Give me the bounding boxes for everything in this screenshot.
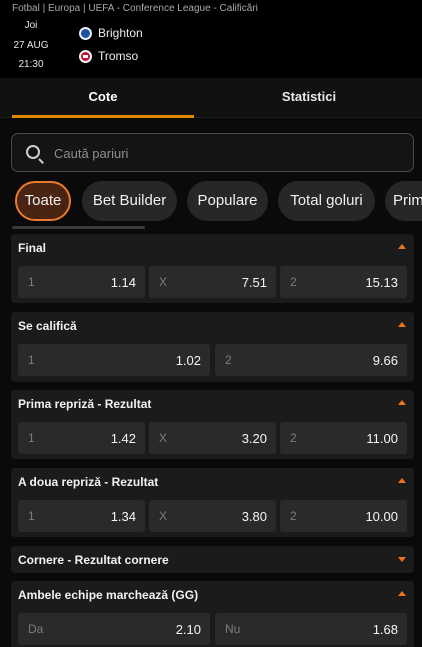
- odd-label: 1: [28, 509, 35, 523]
- match-time: 21:30: [18, 59, 44, 70]
- tab-bar: Cote Statistici: [0, 78, 422, 118]
- market-title[interactable]: Prima repriză - Rezultat: [18, 397, 151, 411]
- odd-button[interactable]: 2 9.66: [215, 344, 407, 376]
- odd-button[interactable]: Da 2.10: [18, 613, 210, 645]
- odd-button[interactable]: 2 11.00: [280, 422, 407, 454]
- tromso-crest-icon: [79, 49, 92, 63]
- odd-value: 10.00: [365, 509, 398, 524]
- chip-prima-repriza[interactable]: Prima repriză: [385, 181, 422, 221]
- odd-label: 1: [28, 353, 35, 367]
- search-input[interactable]: [54, 142, 394, 164]
- brighton-crest-icon: [79, 26, 92, 40]
- market-card-gg: Ambele echipe marchează (GG) Da 2.10 Nu …: [11, 581, 414, 647]
- chip-bet-builder[interactable]: Bet Builder: [82, 181, 177, 221]
- odd-value: 1.34: [110, 509, 136, 524]
- odd-value: 3.80: [241, 509, 267, 524]
- away-team[interactable]: Tromso: [79, 49, 138, 63]
- market-card-final: Final 1 1.14 X 7.51 2 15.13: [11, 234, 414, 303]
- chips-scroll-indicator: [12, 226, 145, 229]
- odd-value: 11.00: [366, 431, 398, 446]
- odd-label: 2: [290, 431, 297, 445]
- collapse-caret-icon[interactable]: [398, 322, 406, 327]
- tab-statistici[interactable]: Statistici: [204, 78, 414, 118]
- chip-total-goluri[interactable]: Total goluri: [278, 181, 375, 221]
- odd-label: X: [159, 275, 168, 289]
- breadcrumb[interactable]: Fotbal | Europa | UEFA - Conference Leag…: [12, 3, 258, 14]
- odd-value: 7.51: [241, 275, 267, 290]
- market-card-cornere[interactable]: Cornere - Rezultat cornere: [11, 546, 414, 573]
- market-card-prima-repriza: Prima repriză - Rezultat 1 1.42 X 3.20 2…: [11, 390, 414, 459]
- odd-button[interactable]: 1 1.02: [18, 344, 210, 376]
- odd-label: 1: [28, 275, 35, 289]
- odd-button[interactable]: X 3.20: [149, 422, 276, 454]
- odd-button[interactable]: 2 10.00: [280, 500, 407, 532]
- search-icon: [26, 145, 40, 159]
- chip-populare[interactable]: Populare: [187, 181, 268, 221]
- odd-button[interactable]: X 3.80: [149, 500, 276, 532]
- odd-label: 2: [290, 275, 297, 289]
- market-title[interactable]: Cornere - Rezultat cornere: [18, 553, 169, 567]
- expand-caret-icon[interactable]: [398, 557, 406, 562]
- tab-cote[interactable]: Cote: [12, 78, 194, 118]
- odd-button[interactable]: 1 1.34: [18, 500, 145, 532]
- market-title[interactable]: Se califică: [18, 319, 77, 333]
- search-box[interactable]: [11, 133, 414, 172]
- away-team-name: Tromso: [98, 49, 139, 63]
- market-title[interactable]: A doua repriză - Rezultat: [18, 475, 158, 489]
- odd-button[interactable]: 1 1.42: [18, 422, 145, 454]
- odd-label: Da: [28, 622, 44, 636]
- odd-button[interactable]: 1 1.14: [18, 266, 145, 298]
- filter-chips: Toate Bet Builder Populare Total goluri …: [0, 181, 422, 223]
- match-date: 27 AUG: [13, 40, 49, 51]
- odd-label: 2: [225, 353, 232, 367]
- active-tab-indicator: [12, 115, 194, 118]
- chip-toate[interactable]: Toate: [15, 181, 71, 221]
- odd-button[interactable]: X 7.51: [149, 266, 276, 298]
- market-card-se-califica: Se califică 1 1.02 2 9.66: [11, 312, 414, 382]
- collapse-caret-icon[interactable]: [398, 591, 406, 596]
- odd-label: Nu: [225, 622, 241, 636]
- odd-button[interactable]: Nu 1.68: [215, 613, 407, 645]
- odd-value: 15.13: [365, 275, 398, 290]
- market-card-a-doua-repriza: A doua repriză - Rezultat 1 1.34 X 3.80 …: [11, 468, 414, 537]
- market-title[interactable]: Ambele echipe marchează (GG): [18, 588, 198, 602]
- collapse-caret-icon[interactable]: [398, 400, 406, 405]
- odd-value: 9.66: [372, 353, 398, 368]
- odd-value: 2.10: [175, 622, 201, 637]
- home-team-name: Brighton: [98, 26, 143, 40]
- match-day: Joi: [24, 20, 38, 31]
- match-header: Fotbal | Europa | UEFA - Conference Leag…: [0, 0, 422, 78]
- home-team[interactable]: Brighton: [79, 26, 143, 40]
- odd-label: X: [159, 509, 168, 523]
- odd-value: 1.02: [175, 353, 201, 368]
- collapse-caret-icon[interactable]: [398, 244, 406, 249]
- odd-label: 1: [28, 431, 35, 445]
- odd-label: X: [159, 431, 168, 445]
- market-title[interactable]: Final: [18, 241, 46, 255]
- odd-value: 1.42: [110, 431, 136, 446]
- collapse-caret-icon[interactable]: [398, 478, 406, 483]
- odd-value: 1.68: [372, 622, 398, 637]
- odd-button[interactable]: 2 15.13: [280, 266, 407, 298]
- odd-value: 1.14: [110, 275, 136, 290]
- odd-value: 3.20: [241, 431, 267, 446]
- odd-label: 2: [290, 509, 297, 523]
